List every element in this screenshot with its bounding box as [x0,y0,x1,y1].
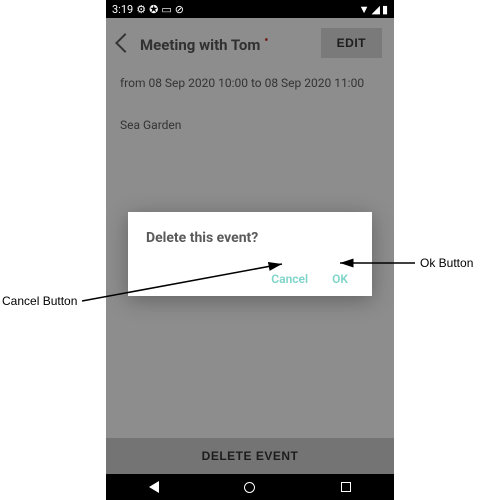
ok-button[interactable]: OK [332,272,348,286]
noentry-icon: ⊘ [175,4,184,15]
wifi-icon: ▼ [359,4,370,15]
nav-back-icon[interactable] [149,481,159,493]
nav-recent-icon[interactable] [341,482,351,492]
dialog-actions: Cancel OK [146,272,354,286]
shield-icon: ✪ [149,4,158,15]
cancel-button[interactable]: Cancel [271,272,308,286]
android-nav-bar [106,474,394,500]
battery-icon: ▮ [382,4,388,15]
annotation-cancel-label: Cancel Button [2,294,77,308]
status-time: 3:19 [112,3,133,16]
delete-dialog: Delete this event? Cancel OK [128,212,372,296]
annotation-ok-label: Ok Button [420,256,473,270]
phone-frame: 3:19 ⚙ ✪ ▭ ⊘ ▼ ◢ ▮ Meeting with Tom • ED… [106,0,394,500]
modal-overlay[interactable]: Delete this event? Cancel OK [106,18,394,474]
gear-icon: ⚙ [136,4,146,15]
status-right: ▼ ◢ ▮ [359,4,388,15]
signal-icon: ◢ [371,4,379,15]
nav-home-icon[interactable] [244,482,255,493]
card-icon: ▭ [161,4,171,15]
status-left: 3:19 ⚙ ✪ ▭ ⊘ [112,3,184,16]
dialog-title: Delete this event? [146,230,354,246]
status-bar: 3:19 ⚙ ✪ ▭ ⊘ ▼ ◢ ▮ [106,0,394,18]
